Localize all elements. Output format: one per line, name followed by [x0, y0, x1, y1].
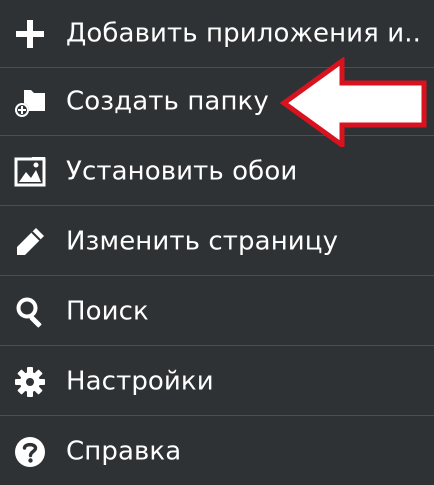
menu-item-search[interactable]: Поиск [0, 278, 434, 346]
wallpaper-icon [12, 154, 48, 190]
menu-item-set-wallpaper[interactable]: Установить обои [0, 138, 434, 206]
help-icon [12, 434, 48, 470]
menu-item-label: Добавить приложения и.. [66, 17, 422, 48]
menu-item-label: Настройки [66, 365, 214, 396]
search-icon [12, 294, 48, 330]
menu-item-create-folder[interactable]: Создать папку [0, 68, 434, 136]
menu-item-settings[interactable]: Настройки [0, 348, 434, 416]
menu-item-add-apps[interactable]: Добавить приложения и.. [0, 0, 434, 68]
pencil-icon [12, 224, 48, 260]
menu-item-label: Создать папку [66, 85, 269, 116]
menu-item-label: Установить обои [66, 155, 298, 186]
menu-item-label: Поиск [66, 295, 149, 326]
menu-item-help[interactable]: Справка [0, 418, 434, 485]
new-folder-icon [12, 84, 48, 120]
menu-item-label: Справка [66, 436, 182, 467]
options-menu: Добавить приложения и.. Создать папку Ус… [0, 0, 434, 485]
gear-icon [12, 364, 48, 400]
menu-item-label: Изменить страницу [66, 225, 339, 256]
plus-icon [12, 16, 48, 52]
menu-item-edit-page[interactable]: Изменить страницу [0, 208, 434, 276]
